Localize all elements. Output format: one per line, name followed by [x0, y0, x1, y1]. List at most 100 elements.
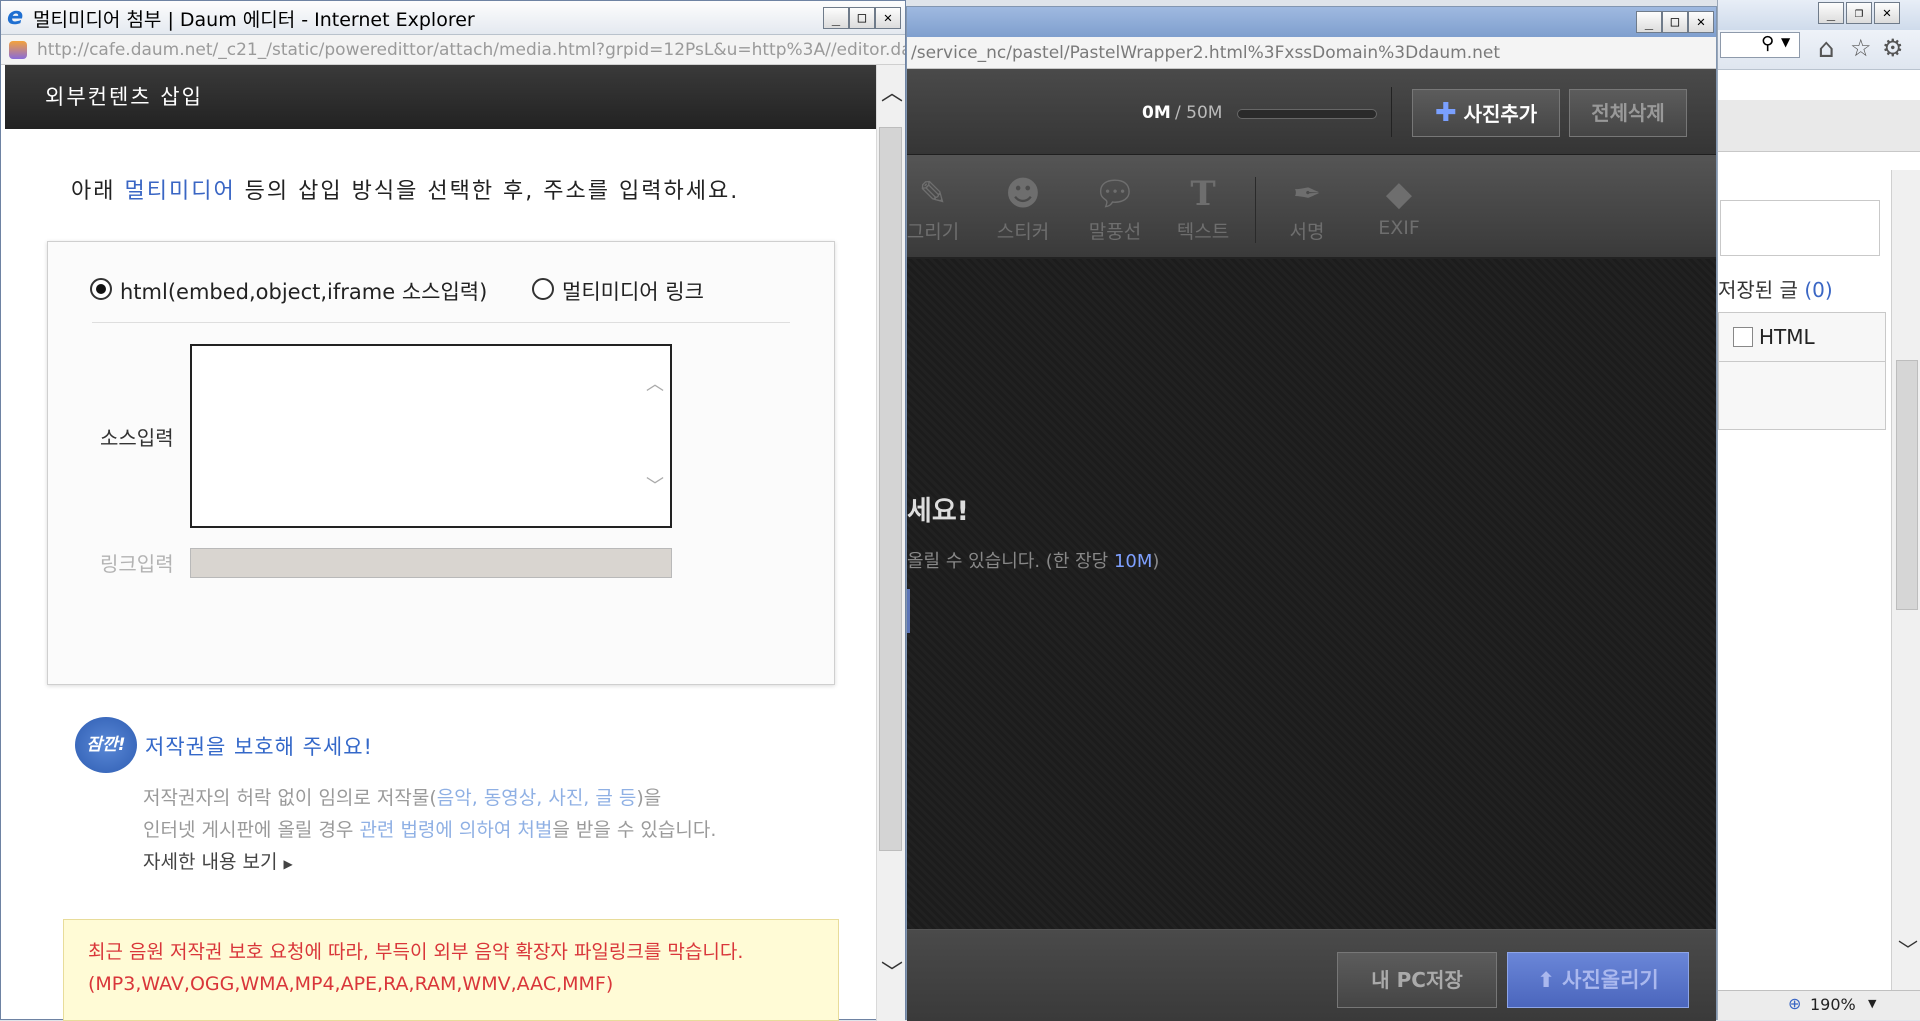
toolbar-divider — [1391, 87, 1392, 137]
editor-tool-bar: ✎ 그리기 ☻ 스티커 💬︎ 말풍선 T 텍스트 ✒ 서명 ◆ EXIF — [907, 155, 1716, 259]
bg-scrollbar-thumb[interactable] — [1896, 360, 1918, 610]
saved-posts[interactable]: 저장된 글 (0) — [1718, 274, 1833, 303]
tool-text[interactable]: T 텍스트 — [1163, 171, 1243, 244]
insert-form-box: html(embed,object,iframe 소스입력) 멀티미디어 링크 … — [47, 241, 835, 685]
tool-speech-bubble-label: 말풍선 — [1088, 221, 1142, 243]
bg-search-box[interactable]: ⚲ ▼ — [1720, 32, 1800, 58]
tool-signature-label: 서명 — [1289, 221, 1325, 243]
notice-line-1: 최근 음원 저작권 보호 요청에 따라, 부득이 외부 음악 확장자 파일링크를… — [88, 941, 744, 963]
save-to-pc-button[interactable]: 내 PC저장 — [1337, 952, 1497, 1008]
source-input-label: 소스입력 — [100, 426, 174, 450]
bg-html-row: HTML — [1718, 312, 1886, 362]
bg-close-button[interactable]: ✕ — [1874, 2, 1900, 24]
photo-editor-window: _ □ ✕ /service_nc/pastel/PastelWrapper2.… — [906, 6, 1717, 1021]
editor-close-button[interactable]: ✕ — [1688, 11, 1714, 33]
pen-nib-icon: ✒ — [1292, 174, 1322, 214]
saved-posts-label: 저장된 글 — [1718, 278, 1798, 302]
html-checkbox[interactable] — [1733, 327, 1753, 347]
zoom-level[interactable]: 190% — [1810, 995, 1856, 1014]
tool-exif[interactable]: ◆ EXIF — [1359, 171, 1439, 239]
plus-icon: ✚ — [1434, 98, 1457, 128]
instruction-highlight: 멀티미디어 — [124, 179, 236, 204]
textarea-scroll-up-icon[interactable]: ︿ — [646, 370, 664, 396]
tool-text-label: 텍스트 — [1176, 221, 1230, 243]
zoom-dropdown-icon[interactable]: ▼ — [1868, 997, 1876, 1010]
cr1-a: 저작권자의 허락 없이 임의로 저작물( — [143, 787, 437, 809]
tool-exif-label: EXIF — [1378, 217, 1420, 239]
popup-close-button[interactable]: ✕ — [875, 7, 901, 29]
diamond-icon: ◆ — [1385, 174, 1413, 214]
chevron-down-icon[interactable]: ▼ — [1781, 35, 1790, 49]
radio-link-label: 멀티미디어 링크 — [562, 280, 704, 304]
saved-posts-count[interactable]: (0) — [1804, 278, 1832, 302]
more-details-link[interactable]: 자세한 내용 보기 ▶ — [143, 847, 293, 874]
caution-badge: 잠깐! — [75, 717, 137, 773]
drop-area-subtext: 올릴 수 있습니다. (한 장당 10M) — [907, 547, 1159, 573]
scroll-down-icon[interactable]: ﹀ — [1898, 934, 1918, 963]
copyright-line-1: 저작권자의 허락 없이 임의로 저작물(음악, 동영상, 사진, 글 등)을 — [143, 783, 661, 810]
html-checkbox-label: HTML — [1759, 325, 1815, 349]
bg-format-row — [1718, 362, 1886, 430]
cr2-a: 인터넷 게시판에 올릴 경우 — [143, 819, 360, 841]
editor-bottom-bar: 내 PC저장 ⬆ 사진올리기 — [907, 929, 1716, 1021]
popup-maximize-button[interactable]: □ — [849, 7, 875, 29]
favorites-star-icon[interactable]: ☆ — [1850, 34, 1872, 62]
instruction-before: 아래 — [71, 179, 125, 204]
upload-photos-button[interactable]: ⬆ 사진올리기 — [1507, 952, 1689, 1008]
bg-status-bar: ⊕ 190% ▼ — [1718, 990, 1920, 1020]
music-notice-box: 최근 음원 저작권 보호 요청에 따라, 부득이 외부 음악 확장자 파일링크를… — [63, 919, 839, 1021]
cr1-b: 음악, 동영상, 사진, 글 등 — [436, 787, 637, 809]
popup-scroll-down-icon[interactable]: ﹀ — [881, 955, 903, 987]
cr2-b: 관련 법령에 의하여 처벌 — [359, 819, 553, 841]
popup-scroll-up-icon[interactable]: ︿ — [881, 75, 903, 107]
notice-line-2: (MP3,WAV,OGG,WMA,MP4,APE,RA,RAM,WMV,AAC,… — [88, 973, 614, 995]
popup-minimize-button[interactable]: _ — [823, 7, 849, 29]
editor-drop-area[interactable]: 세요! 올릴 수 있습니다. (한 장당 10M) — [907, 259, 1716, 929]
copyright-title: 저작권을 보호해 주세요! — [145, 735, 373, 759]
more-details-label: 자세한 내용 보기 — [143, 851, 278, 873]
popup-address-bar[interactable]: http://cafe.daum.net/_c21_/static/powere… — [1, 35, 905, 65]
popup-scrollbar-thumb[interactable] — [879, 127, 902, 851]
copyright-line-2: 인터넷 게시판에 올릴 경우 관련 법령에 의하여 처벌을 받을 수 있습니다. — [143, 815, 716, 842]
tool-sticker[interactable]: ☻ 스티커 — [983, 171, 1063, 244]
usage-current: 0M — [1142, 103, 1171, 123]
home-icon[interactable]: ⌂ — [1818, 34, 1835, 64]
editor-maximize-button[interactable]: □ — [1662, 11, 1688, 33]
textarea-scroll-down-icon[interactable]: ﹀ — [646, 472, 664, 498]
popup-titlebar: e 멀티미디어 첨부 | Daum 에디터 - Internet Explore… — [1, 1, 905, 35]
editor-titlebar: _ □ ✕ — [907, 7, 1716, 37]
popup-header: 외부컨텐츠 삽입 — [5, 65, 876, 129]
tool-speech-bubble[interactable]: 💬︎ 말풍선 — [1075, 171, 1155, 244]
bg-tab-row — [1718, 100, 1920, 152]
editor-address-bar[interactable]: /service_nc/pastel/PastelWrapper2.html%3… — [907, 37, 1716, 69]
add-photo-label: 사진추가 — [1463, 102, 1538, 126]
upload-photos-label: 사진올리기 — [1562, 968, 1659, 992]
smiley-icon: ☻ — [1005, 174, 1041, 214]
subtext-c: ) — [1152, 551, 1160, 572]
ie-logo-icon: e — [7, 2, 24, 30]
gear-icon[interactable]: ⚙ — [1882, 34, 1904, 62]
editor-minimize-button[interactable]: _ — [1636, 11, 1662, 33]
delete-all-button[interactable]: 전체삭제 — [1569, 89, 1687, 137]
source-textarea[interactable]: ︿ ﹀ — [190, 344, 672, 528]
tool-divider — [1255, 177, 1256, 243]
radio-html[interactable] — [90, 278, 112, 300]
instruction-after: 등의 삽입 방식을 선택한 후, 주소를 입력하세요. — [235, 179, 740, 204]
tool-draw-label: 그리기 — [906, 221, 960, 243]
radio-multimedia-link[interactable] — [532, 278, 554, 300]
cr2-c: 을 받을 수 있습니다. — [552, 819, 717, 841]
link-input[interactable] — [190, 548, 672, 578]
usage-total: / 50M — [1175, 103, 1223, 123]
bg-title-field[interactable] — [1720, 200, 1880, 256]
add-photo-button[interactable]: ✚ 사진추가 — [1412, 89, 1560, 137]
usage-progress-bar — [1237, 109, 1377, 119]
tool-signature[interactable]: ✒ 서명 — [1267, 171, 1347, 244]
bg-restore-button[interactable]: ❐ — [1846, 2, 1872, 24]
drop-area-heading: 세요! — [907, 496, 969, 527]
site-favicon-icon — [9, 41, 27, 59]
bg-minimize-button[interactable]: _ — [1818, 2, 1844, 24]
speech-bubble-icon: 💬︎ — [1093, 174, 1137, 214]
arrow-right-icon: ▶ — [283, 857, 293, 871]
search-icon: ⚲ — [1761, 33, 1775, 54]
drop-area-button-edge[interactable] — [907, 589, 910, 633]
